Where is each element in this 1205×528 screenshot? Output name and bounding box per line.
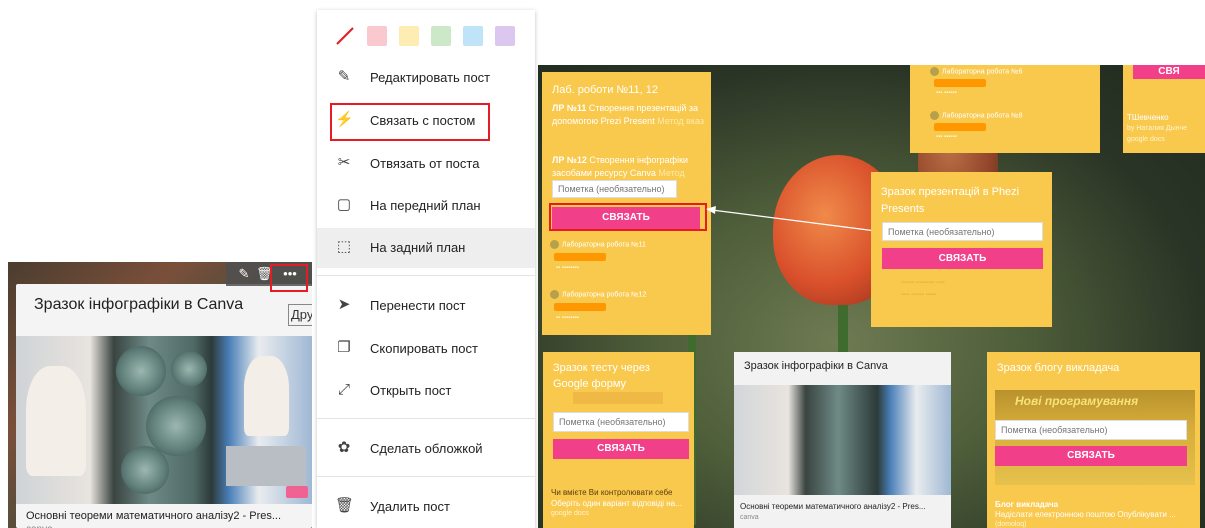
- link-arrow: [706, 206, 876, 232]
- post-title: Зразок інфографіки в Canva: [34, 296, 244, 313]
- prezi-card[interactable]: Зразок презентацій в Phezi Presents СВЯЗ…: [871, 172, 1052, 327]
- lab-item-12[interactable]: Лабораторна робота №12: [550, 290, 646, 299]
- post-link-source: canva: [26, 524, 53, 528]
- note-input[interactable]: [882, 222, 1043, 241]
- pencil-icon: ✎: [337, 68, 351, 85]
- menu-item-edit-post[interactable]: ✎ Редактировать пост: [317, 58, 535, 98]
- card-title: Зразок тесту через Google форму: [553, 362, 650, 390]
- link-post-highlight: [330, 103, 490, 141]
- post-image: [734, 385, 951, 495]
- card-body-2: ЛР №12 Створення інфографіки засобами ре…: [552, 155, 689, 178]
- post-card[interactable]: Зразок інфографіки в Canva Основні теоре…: [16, 284, 312, 528]
- connect-button[interactable]: СВЯЗАТЬ: [553, 439, 689, 459]
- note-input[interactable]: [552, 180, 677, 198]
- note-input[interactable]: [553, 412, 689, 432]
- corner-card[interactable]: СВЯ ТШевченко by Наталия Дынче google do…: [1123, 65, 1205, 153]
- menu-item-unlink-post[interactable]: ✂ Отвязать от поста: [317, 144, 535, 184]
- menu-item-make-cover[interactable]: ✿ Сделать обложкой: [317, 429, 535, 469]
- more-button-highlight: [270, 264, 308, 292]
- left-post-preview: Зразок інфографіки в Canva Основні теоре…: [8, 262, 312, 528]
- pencil-icon[interactable]: ✎: [236, 266, 252, 282]
- note-input[interactable]: [995, 420, 1187, 440]
- color-swatch-pink[interactable]: [367, 26, 387, 46]
- card-title: Лаб. роботи №11, 12: [552, 84, 658, 96]
- menu-item-copy-post[interactable]: ❐ Скопировать пост: [317, 329, 535, 369]
- color-swatch-none[interactable]: [335, 26, 355, 46]
- card-title: Зразок інфографіки в Canva: [744, 360, 888, 372]
- color-swatch-purple[interactable]: [495, 26, 515, 46]
- menu-item-move-post[interactable]: ➤ Перенести пост: [317, 286, 535, 326]
- card-title: Зразок презентацій в Phezi Presents: [881, 186, 1020, 215]
- post-image: [16, 336, 312, 504]
- expand-icon: ⤢: [337, 381, 350, 398]
- cover-icon: ✿: [337, 439, 351, 456]
- connect-button[interactable]: СВЯЗАТЬ: [995, 446, 1187, 466]
- copy-icon: ❐: [337, 339, 351, 356]
- card-body-1: ЛР №11 Створення презентацій за допомого…: [552, 103, 705, 126]
- unlink-icon: ✂: [337, 154, 351, 171]
- post-context-menu: ✎ Редактировать пост ⚡ Связать с постом …: [317, 10, 535, 528]
- connect-button[interactable]: СВЯЗАТЬ: [882, 248, 1043, 269]
- blog-card[interactable]: Зразок блогу викладача Нові програмуванн…: [987, 352, 1200, 528]
- post-link-title[interactable]: Основні теореми математичного аналізу2 -…: [26, 510, 281, 522]
- tooltip: Дру: [288, 304, 312, 326]
- lab-item-11[interactable]: Лабораторна робота №11: [550, 240, 646, 249]
- padlet-board: Лабораторна робота №6 ▪▪▪ ▪▪▪▪▪▪ Лаборат…: [538, 65, 1205, 528]
- color-swatch-blue[interactable]: [463, 26, 483, 46]
- trash-icon: 🗑: [335, 497, 355, 514]
- canva-card[interactable]: Зразок інфографіки в Canva Основні теоре…: [734, 352, 951, 528]
- card-title: Зразок блогу викладача: [997, 362, 1120, 374]
- send-icon: ➤: [337, 296, 351, 313]
- test-card[interactable]: Зразок тесту через Google форму СВЯЗАТЬ …: [543, 352, 694, 528]
- menu-item-open-post[interactable]: ⤢ Открыть пост: [317, 371, 535, 411]
- bring-front-icon: ▢: [336, 196, 352, 213]
- send-back-icon: ⬚: [336, 238, 352, 255]
- color-swatch-green[interactable]: [431, 26, 451, 46]
- menu-item-delete-post[interactable]: 🗑 Удалить пост: [317, 487, 535, 527]
- top-lab-card[interactable]: Лабораторна робота №6 ▪▪▪ ▪▪▪▪▪▪ Лаборат…: [910, 65, 1100, 153]
- connect-highlight: [549, 203, 707, 231]
- menu-item-send-back[interactable]: ⬚ На задний план: [317, 228, 535, 268]
- menu-item-bring-front[interactable]: ▢ На передний план: [317, 186, 535, 226]
- color-swatch-yellow[interactable]: [399, 26, 419, 46]
